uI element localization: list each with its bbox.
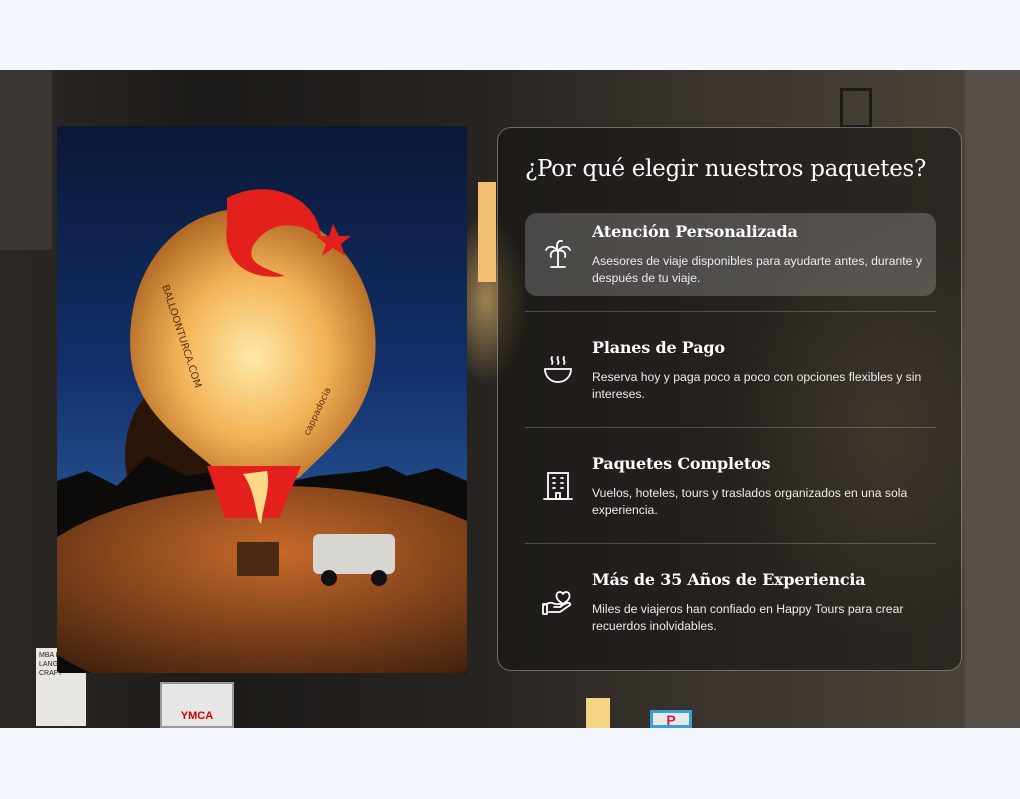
ymca-sign: YMCA [160, 682, 234, 728]
feature-title: Planes de Pago [592, 338, 725, 357]
divider [525, 427, 936, 428]
feature-payment-plans[interactable]: Planes de Pago Reserva hoy y paga poco a… [525, 329, 936, 412]
parking-text: P [666, 712, 676, 728]
balloon-illustration: BALLOONTURCA.COM cappadocia [57, 189, 467, 673]
building-left [0, 70, 52, 250]
feature-text: Asesores de viaje disponibles para ayuda… [592, 254, 922, 285]
parking-sign: P [650, 710, 692, 728]
street-lamp [586, 698, 610, 728]
why-choose-panel: ¿Por qué elegir nuestros paquetes? Atenc… [497, 127, 962, 671]
palm-tree-icon [541, 237, 575, 271]
feature-title: Paquetes Completos [592, 454, 771, 473]
balloon-photo: BALLOONTURCA.COM cappadocia [57, 126, 467, 673]
feature-complete-packages[interactable]: Paquetes Completos Vuelos, hoteles, tour… [525, 445, 936, 528]
divider [525, 543, 936, 544]
hero-background: MBA HER LANGS & CRAFT YMCA P BALLOONTURC… [0, 70, 1020, 728]
section-title: ¿Por qué elegir nuestros paquetes? [525, 156, 927, 182]
building-icon [541, 469, 575, 503]
building-right [965, 70, 1020, 728]
bowl-icon [541, 353, 575, 387]
feature-title: Más de 35 Años de Experiencia [592, 570, 866, 589]
feature-experience[interactable]: Más de 35 Años de Experiencia Miles de v… [525, 561, 936, 644]
hand-heart-icon [541, 585, 575, 619]
window-light [478, 182, 496, 282]
feature-text: Vuelos, hoteles, tours y traslados organ… [592, 486, 908, 517]
feature-text: Miles de viajeros han confiado en Happy … [592, 602, 904, 633]
feature-personalized[interactable]: Atención Personalizada Asesores de viaje… [525, 213, 936, 296]
ymca-text: YMCA [180, 710, 214, 722]
divider [525, 311, 936, 312]
feature-title: Atención Personalizada [592, 222, 798, 241]
feature-text: Reserva hoy y paga poco a poco con opcio… [592, 370, 922, 401]
window-frame [840, 88, 872, 128]
